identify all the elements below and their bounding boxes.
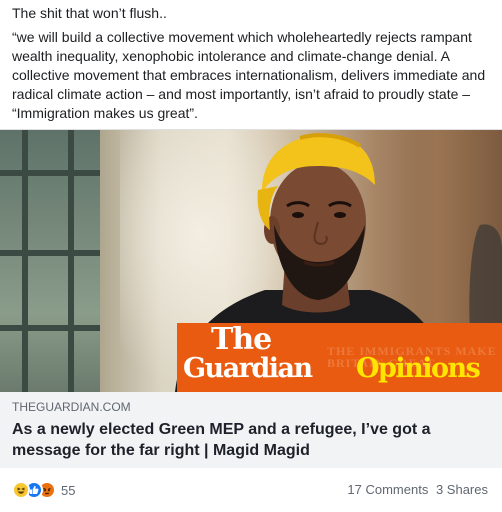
- facebook-post: The shit that won’t flush.. “we will bui…: [0, 0, 502, 512]
- comments-count-link[interactable]: 17 Comments: [347, 482, 428, 497]
- link-domain: THEGUARDIAN.COM: [12, 400, 131, 414]
- post-text-line1: The shit that won’t flush..: [12, 5, 167, 21]
- reaction-count[interactable]: 55: [61, 483, 75, 498]
- link-preview-image[interactable]: THE IMMIGRANTS MAKE BRITAIN GREAT The Gua…: [0, 130, 502, 392]
- guardian-logo-word: Guardian: [183, 353, 313, 384]
- post-text: The shit that won’t flush.. “we will bui…: [12, 4, 496, 123]
- link-card-meta[interactable]: THEGUARDIAN.COM As a newly elected Green…: [0, 392, 502, 468]
- shares-count-link[interactable]: 3 Shares: [436, 482, 488, 497]
- guardian-opinions-banner: THE IMMIGRANTS MAKE BRITAIN GREAT The Gua…: [177, 323, 502, 392]
- link-headline[interactable]: As a newly elected Green MEP and a refug…: [12, 419, 490, 461]
- engagement-counts: 17 Comments 3 Shares: [347, 482, 488, 497]
- haha-icon: [12, 481, 30, 499]
- guardian-logo-the: The: [211, 322, 272, 357]
- post-text-quote: “we will build a collective movement whi…: [12, 29, 486, 121]
- post-footer: 55 17 Comments 3 Shares: [0, 467, 502, 512]
- guardian-logo-opinions: Opinions: [356, 353, 481, 384]
- reactions-summary[interactable]: 55: [12, 481, 75, 499]
- link-preview-card[interactable]: THE IMMIGRANTS MAKE BRITAIN GREAT The Gua…: [0, 129, 502, 468]
